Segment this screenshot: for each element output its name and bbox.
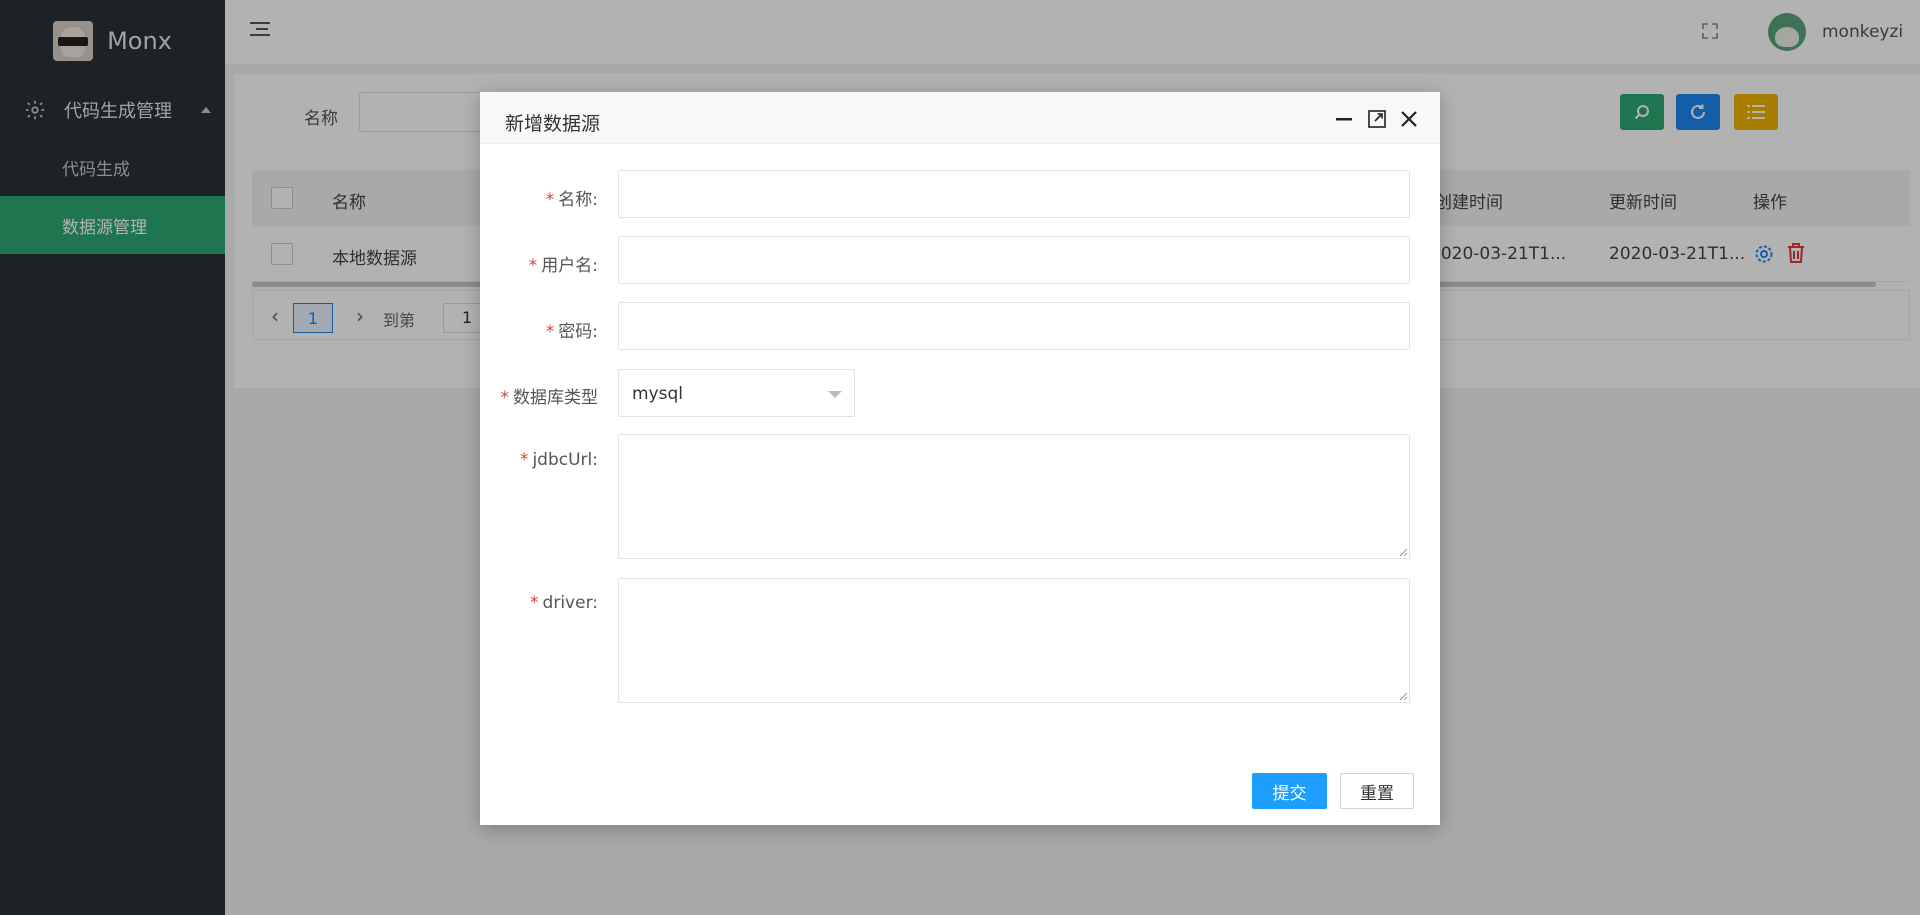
name-field[interactable] xyxy=(618,170,1410,218)
name-field-label: * 名称: xyxy=(545,190,598,210)
driver-label: * driver: xyxy=(530,593,598,613)
password-field-label: * 密码: xyxy=(545,322,598,342)
db-type-label: * 数据库类型 xyxy=(500,388,599,408)
db-type-select[interactable]: mysql xyxy=(618,369,855,417)
jdbc-url-label: * jdbcUrl: xyxy=(519,450,598,470)
add-datasource-modal: 新增数据源 * 名称: * 用户名: * 密码: * 数据库类型 mysql * jdbc… xyxy=(480,92,1440,825)
reset-button[interactable]: 重置 xyxy=(1340,773,1414,809)
password-field[interactable] xyxy=(618,302,1410,350)
db-type-value: mysql xyxy=(632,384,683,404)
username-field-label: * 用户名: xyxy=(528,256,598,276)
resize-handle-icon[interactable] xyxy=(1398,691,1408,701)
username-field[interactable] xyxy=(618,236,1410,284)
maximize-icon[interactable] xyxy=(1366,108,1388,130)
jdbc-url-textarea[interactable] xyxy=(618,434,1410,559)
submit-button[interactable]: 提交 xyxy=(1252,773,1327,809)
modal-header: 新增数据源 xyxy=(480,92,1440,144)
resize-handle-icon[interactable] xyxy=(1398,547,1408,557)
minimize-icon[interactable] xyxy=(1333,108,1355,130)
modal-title: 新增数据源 xyxy=(505,113,601,135)
close-icon[interactable] xyxy=(1398,108,1420,130)
driver-textarea[interactable] xyxy=(618,578,1410,703)
chevron-down-icon xyxy=(828,391,842,398)
